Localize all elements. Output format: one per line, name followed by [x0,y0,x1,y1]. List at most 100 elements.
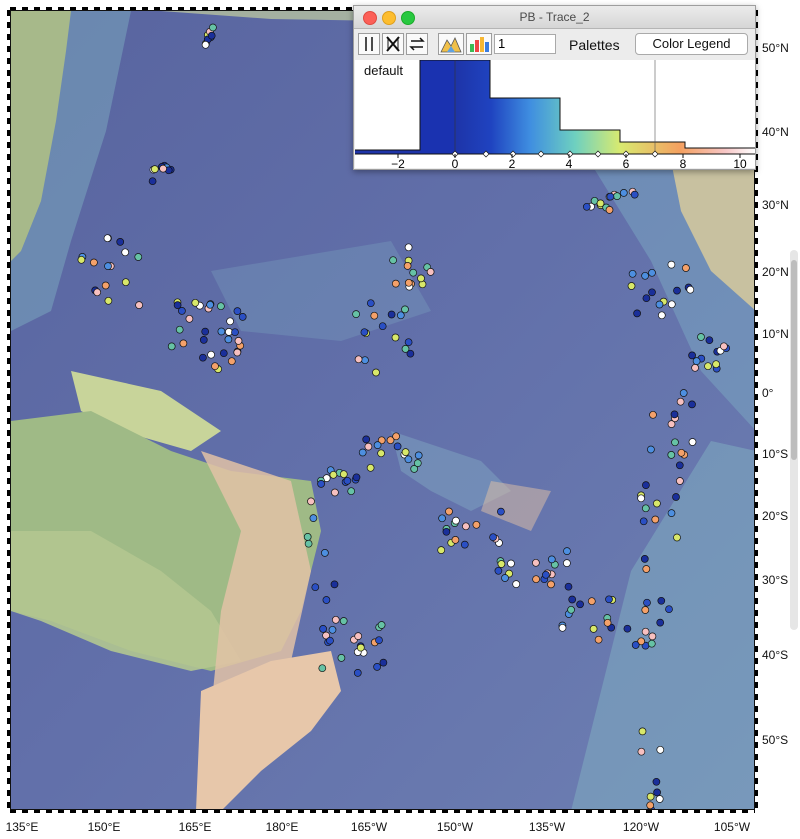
lon-label-165w: 165°W [350,820,388,834]
delete-cross-icon[interactable] [382,33,404,55]
palette-window[interactable]: PB - Trace_2 1 Palettes Color Legend −2 … [353,5,756,171]
data-point [404,278,413,287]
data-point [576,600,584,609]
data-point [671,438,679,447]
data-point [103,234,112,243]
map-border-bottom [10,810,755,813]
data-point [366,299,375,308]
data-point [116,238,125,246]
data-point [512,580,521,588]
data-point [347,487,356,496]
data-point [224,335,233,344]
data-point [150,165,159,173]
data-point [692,357,701,365]
swap-arrows-icon[interactable] [406,33,428,55]
data-point [233,307,242,315]
data-point [651,515,660,524]
data-point [238,313,247,321]
data-point [326,636,334,645]
data-point [589,625,598,633]
data-point [623,624,632,633]
data-point [705,336,714,345]
data-point [445,507,453,516]
palettes-label[interactable]: Palettes [569,37,620,53]
data-point [391,279,400,288]
data-point [672,493,680,501]
data-point [673,533,681,542]
data-point [413,459,422,467]
data-point [173,301,182,309]
data-point [339,470,348,479]
data-point [134,253,143,261]
split-bars-icon[interactable] [358,33,380,55]
lat-label-10n: 10°N [762,327,789,341]
data-point [401,345,410,353]
lat-label-50s: 50°S [762,733,789,747]
data-point [343,476,352,485]
data-point [676,397,685,406]
lon-label-105w: 105°W [713,820,751,834]
histogram-mountain-icon[interactable] [438,33,464,55]
lon-label-180e: 180°E [265,820,299,834]
data-point [354,632,363,640]
data-point [647,445,655,454]
data-point [317,480,325,488]
data-point [414,451,423,460]
data-point [331,615,340,624]
data-point [404,338,413,347]
data-point [704,362,712,371]
data-point [497,507,505,516]
data-point [199,353,207,362]
data-point [207,31,216,40]
data-point [563,559,571,567]
data-point [217,327,226,336]
lat-label-40n: 40°N [762,125,789,139]
data-point [655,300,664,309]
lat-label-30s: 30°S [762,573,789,587]
bar-chart-icon[interactable] [466,33,492,55]
window-titlebar[interactable]: PB - Trace_2 [354,6,755,29]
data-point [628,269,637,278]
data-point [379,658,388,667]
data-point [352,473,361,482]
data-point [321,549,329,557]
palette-left-band [355,150,420,154]
lat-label-0: 0° [762,386,774,400]
data-point [366,463,375,472]
data-point [688,400,696,409]
data-point [642,565,651,573]
data-point [373,441,382,449]
zoom-value-input[interactable]: 1 [494,34,556,54]
data-point [377,449,385,458]
data-point [309,514,318,522]
data-point [391,333,400,342]
data-point [655,795,664,803]
data-point [656,618,665,627]
data-point [104,262,112,270]
data-point [318,664,327,673]
data-point [532,558,540,567]
data-point [93,288,102,297]
data-point [311,583,320,592]
scrollbar-thumb[interactable] [791,260,797,460]
data-point [462,522,470,531]
data-point [630,190,639,199]
data-point [582,202,591,211]
data-point [437,546,446,554]
data-point [303,533,312,541]
color-legend-button[interactable]: Color Legend [635,33,748,55]
data-point [667,509,676,517]
data-point [377,621,386,629]
data-point [219,349,228,358]
data-point [605,595,613,604]
data-point [227,357,236,366]
histogram-area[interactable]: −2 0 2 4 6 8 10 default [355,59,755,171]
data-point [401,448,410,456]
data-point [387,310,396,319]
data-point [392,432,400,441]
lon-label-135w: 135°W [528,820,566,834]
data-point [642,294,651,303]
data-point [691,363,699,372]
data-point [104,296,113,305]
map-border-left [7,10,10,810]
